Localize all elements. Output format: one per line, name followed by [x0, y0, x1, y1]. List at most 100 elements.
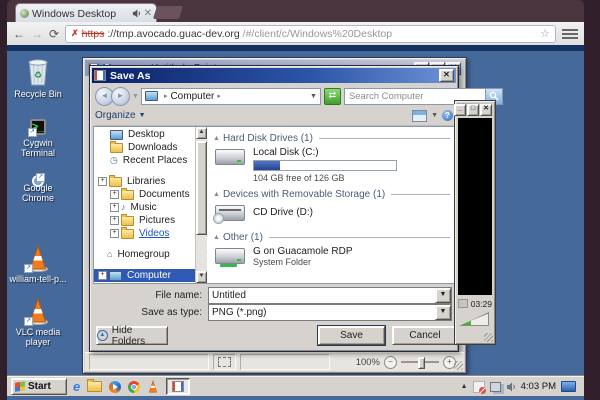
paint-taskbar-button[interactable] — [166, 378, 191, 395]
tree-scrollbar[interactable]: ▲ ▼ — [195, 127, 207, 283]
media-player-icon[interactable] — [109, 380, 122, 393]
tab-title: Windows Desktop — [32, 7, 117, 20]
drive-item-guacamole[interactable]: G on Guacamole RDP System Folder — [215, 246, 450, 267]
start-button[interactable]: Start — [11, 378, 67, 395]
views-icon[interactable] — [412, 109, 428, 122]
expander-icon[interactable] — [110, 216, 119, 225]
scroll-up-icon[interactable]: ▲ — [196, 127, 207, 139]
file-name-dropdown-icon[interactable]: ▼ — [435, 288, 451, 303]
vlc-minimize-button[interactable]: _ — [454, 103, 466, 116]
url-scheme: https — [81, 27, 105, 40]
vlc-video-area[interactable] — [458, 118, 492, 295]
save-type-dropdown-icon[interactable]: ▼ — [435, 305, 451, 320]
group-header-hard-disks[interactable]: ▲ Hard Disk Drives (1) — [213, 133, 450, 144]
desktop-icon-cygwin[interactable]: >_ ↗ Cygwin Terminal — [9, 117, 67, 159]
action-center-icon[interactable] — [472, 380, 486, 394]
network-icon[interactable] — [489, 381, 501, 392]
forward-button[interactable]: → — [31, 28, 43, 40]
organize-button[interactable]: Organize ▼ — [95, 110, 146, 121]
back-button[interactable]: ← — [13, 28, 25, 40]
tree-item-downloads[interactable]: Downloads — [94, 140, 195, 154]
group-header-other[interactable]: ▲ Other (1) — [213, 232, 450, 243]
tab-audio-icon[interactable] — [132, 9, 141, 18]
browser-tab[interactable]: Windows Desktop ✕ — [15, 3, 157, 23]
bookmark-star-icon[interactable]: ☆ — [540, 27, 550, 40]
internet-explorer-icon[interactable]: e — [73, 380, 80, 393]
breadcrumb[interactable]: ▸ Computer ▸ ▼ — [140, 87, 321, 105]
vlc-close-button[interactable]: ✕ — [480, 103, 492, 116]
scroll-down-icon[interactable]: ▼ — [196, 271, 207, 283]
hide-folders-button[interactable]: ▲ Hide Folders — [96, 325, 168, 347]
vlc-title-bar[interactable]: _ □ ✕ — [454, 103, 493, 116]
tree-item-homegroup[interactable]: ⌂ Homegroup — [94, 248, 195, 261]
command-bar: Organize ▼ ▼ ? — [95, 108, 453, 126]
tree-item-computer[interactable]: Computer — [94, 269, 195, 282]
desktop-icon-vlc[interactable]: ↗ VLC media player — [9, 298, 67, 348]
forward-nav-icon[interactable]: ► — [111, 86, 130, 106]
browser-menu-icon[interactable] — [562, 27, 578, 41]
shortcut-arrow-icon: ↗ — [27, 128, 37, 137]
expander-icon[interactable] — [110, 229, 119, 238]
desktop-icon-chrome[interactable]: ↗ Google Chrome — [9, 173, 67, 204]
desktop-icon-recycle-bin[interactable]: ♻ Recycle Bin — [9, 57, 67, 99]
save-button[interactable]: Save — [317, 325, 386, 346]
cancel-button[interactable]: Cancel — [392, 326, 458, 345]
tree-item-pictures[interactable]: Pictures — [94, 213, 195, 227]
tree-item-libraries[interactable]: Libraries — [94, 174, 195, 188]
ssl-error-icon: ✗ — [71, 28, 79, 38]
vlc-maximize-button[interactable]: □ — [467, 103, 479, 116]
vlc-control-button[interactable] — [458, 299, 468, 308]
chrome-taskbar-icon[interactable] — [128, 380, 141, 393]
address-dropdown-icon[interactable]: ▼ — [310, 93, 317, 100]
dialog-close-button[interactable]: ✕ — [439, 69, 454, 82]
expander-icon[interactable] — [110, 203, 119, 212]
scrollbar-thumb[interactable] — [196, 141, 207, 235]
computer-icon — [144, 91, 158, 101]
group-header-removable[interactable]: ▲ Devices with Removable Storage (1) — [213, 189, 450, 200]
reload-button[interactable]: ⟳ — [49, 28, 59, 40]
expander-icon[interactable] — [110, 190, 119, 199]
scrollbar-track[interactable] — [196, 139, 207, 271]
explorer-folder-icon[interactable] — [87, 379, 103, 392]
drive-item-local-disk[interactable]: Local Disk (C:) 104 GB free of 126 GB — [215, 147, 450, 183]
file-name-combo[interactable]: ▼ — [208, 287, 452, 304]
file-name-input[interactable] — [209, 290, 435, 301]
recent-pages-dropdown-icon[interactable]: ▼ — [132, 93, 139, 100]
drive-name: CD Drive (D:) — [253, 207, 313, 218]
vlc-window: _ □ ✕ 03:29 — [454, 100, 496, 345]
tray-expand-icon[interactable]: ▲ — [461, 383, 468, 390]
refresh-button[interactable]: ⇄ — [323, 87, 341, 105]
vlc-resize-grip[interactable] — [484, 333, 493, 342]
dialog-title-bar[interactable]: Save As ✕ — [92, 68, 456, 83]
tree-item-documents[interactable]: Documents — [94, 187, 195, 201]
tab-close-icon[interactable]: ✕ — [144, 8, 152, 19]
tree-item-desktop[interactable]: Desktop — [94, 128, 195, 141]
breadcrumb-arrow[interactable]: ▸ — [217, 92, 221, 100]
breadcrumb-arrow: ▸ — [163, 93, 168, 100]
expander-icon[interactable] — [98, 177, 107, 186]
tree-item-recent-places[interactable]: ◷ Recent Places — [94, 154, 195, 167]
new-tab-button[interactable] — [152, 6, 184, 19]
desktop-icon-label: Cygwin Terminal — [20, 138, 55, 159]
homegroup-icon: ⌂ — [107, 249, 113, 259]
save-type-input[interactable] — [209, 307, 435, 318]
volume-icon[interactable] — [506, 382, 516, 392]
taskbar-clock[interactable]: 4:03 PM — [521, 381, 556, 392]
drive-item-cd[interactable]: CD Drive (D:) — [213, 203, 450, 224]
vlc-volume-slider[interactable] — [459, 312, 489, 326]
views-dropdown-icon[interactable]: ▼ — [431, 112, 438, 119]
keyboard-layout-icon[interactable] — [561, 381, 576, 392]
vlc-taskbar-icon[interactable] — [147, 379, 159, 394]
zoom-slider[interactable] — [401, 357, 439, 369]
tree-item-music[interactable]: ♪ Music — [94, 201, 195, 214]
breadcrumb-root[interactable]: Computer — [170, 91, 214, 102]
tree-item-videos[interactable]: Videos — [94, 226, 195, 240]
help-icon[interactable]: ? — [442, 110, 453, 121]
expander-icon[interactable] — [98, 271, 107, 280]
url-bar[interactable]: ✗ https://tmp.avocado.guac-dev.org/#/cli… — [65, 24, 556, 43]
save-type-combo[interactable]: ▼ — [208, 304, 452, 321]
desktop-icon-william-tell[interactable]: ↗ william-tell-p... — [9, 245, 67, 284]
zoom-out-icon[interactable]: − — [384, 355, 397, 369]
zoom-slider-thumb[interactable] — [418, 357, 425, 369]
resize-grip[interactable] — [454, 361, 463, 370]
